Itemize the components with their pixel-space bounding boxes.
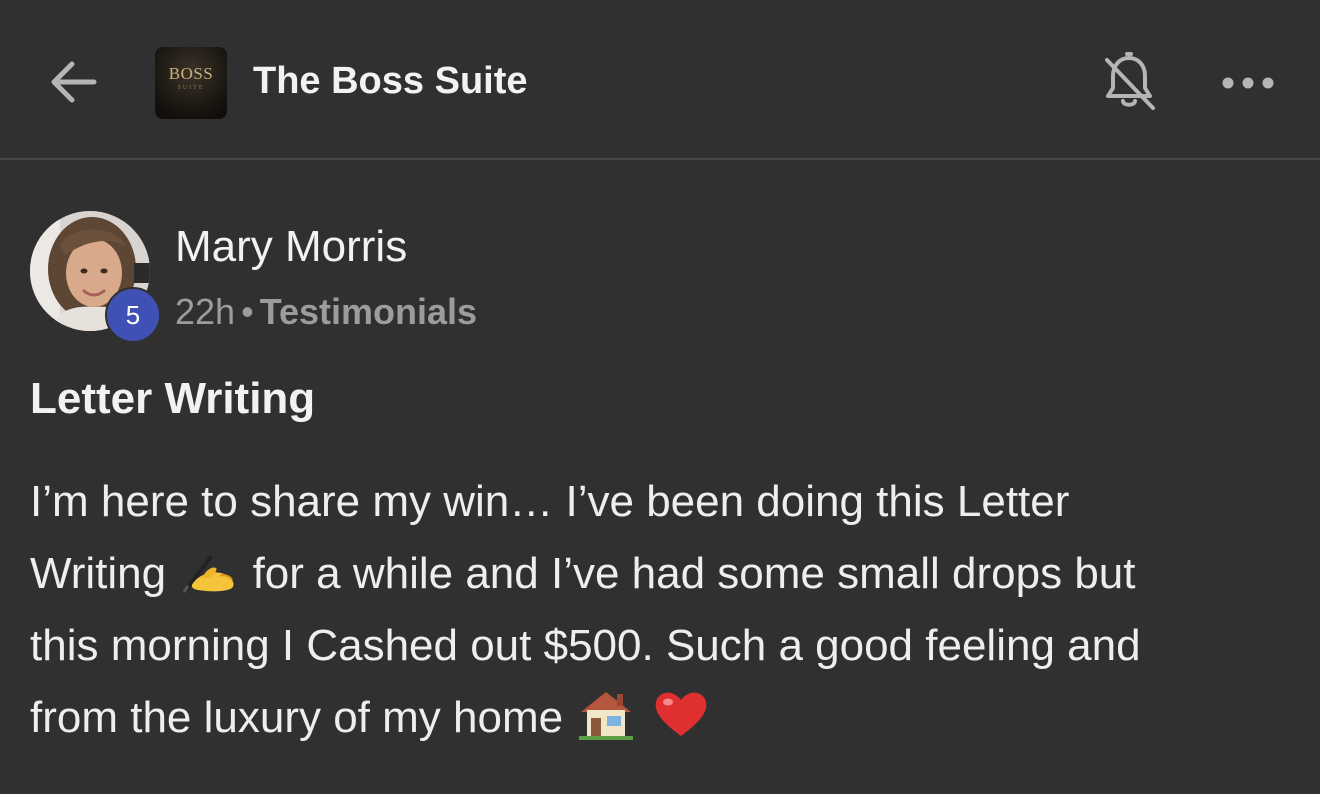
group-title[interactable]: The Boss Suite: [253, 60, 528, 103]
writing-hand-icon: [183, 556, 234, 593]
post-body-line: from the luxury of my home: [30, 682, 1300, 754]
post-category[interactable]: Testimonials: [260, 291, 477, 332]
top-bar: BOSS SUITE The Boss Suite: [0, 0, 1320, 160]
bell-off-icon[interactable]: [1101, 50, 1157, 114]
meta-separator: •: [241, 291, 254, 332]
red-heart-icon: [655, 692, 706, 736]
arrow-left-icon[interactable]: [44, 52, 104, 112]
post-body-line: Writing for a while and I’ve had some sm…: [30, 538, 1300, 610]
group-logo-text: BOSS: [168, 64, 214, 83]
post-body-line: this morning I Cashed out $500. Such a g…: [30, 621, 1141, 670]
post-body-text: for a while and I’ve had some small drop…: [252, 549, 1136, 598]
group-logo-subtext: SUITE: [177, 85, 205, 91]
more-horizontal-icon[interactable]: [1218, 65, 1278, 101]
post-time: 22h: [175, 291, 236, 332]
author-avatar-group[interactable]: 5: [30, 211, 164, 345]
post-title: Letter Writing: [30, 374, 316, 423]
group-avatar[interactable]: BOSS SUITE: [155, 47, 227, 119]
post-body-text: from the luxury of my home: [30, 693, 564, 742]
level-badge: 5: [105, 287, 161, 343]
post-body: I’m here to share my win… I’ve been doin…: [30, 466, 1300, 754]
post-meta: 22h • Testimonials: [175, 291, 477, 333]
post-body-line: I’m here to share my win… I’ve been doin…: [30, 477, 1070, 526]
author-name[interactable]: Mary Morris: [175, 222, 407, 272]
post-body-text: Writing: [30, 549, 167, 598]
house-icon: [579, 692, 634, 740]
